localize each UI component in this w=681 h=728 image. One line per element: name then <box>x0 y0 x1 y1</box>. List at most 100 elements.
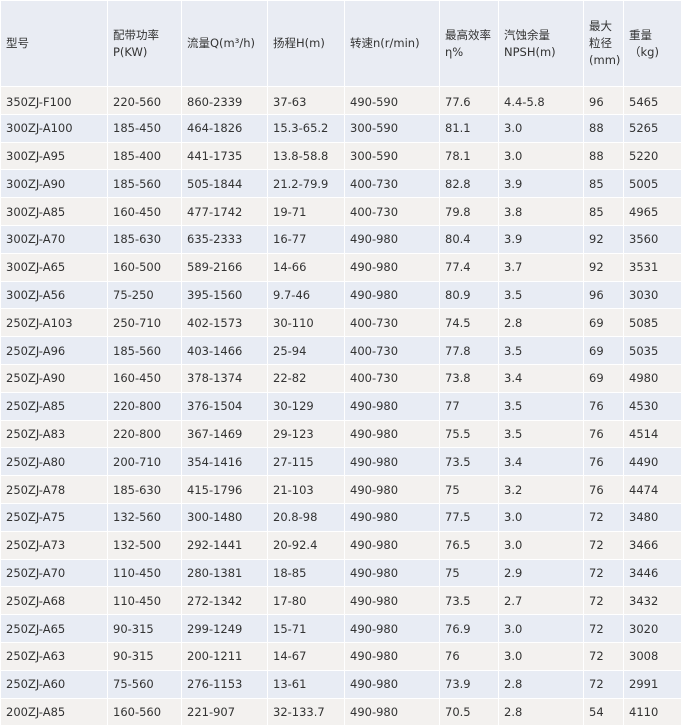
table-row: 250ZJ-A68 110-450 272-1342 17-80 490-980 73.5… <box>0 586 681 616</box>
cell-power: 110-450 <box>107 558 182 588</box>
cell-model: 250ZJ-A70 <box>0 558 108 588</box>
table-row: 250ZJ-A70 110-450 280-1381 18-85 490-980 75 2.… <box>0 558 681 588</box>
cell-head: 14-66 <box>267 252 345 282</box>
table-row: 250ZJ-A85 220-800 376-1504 30-129 490-980 77 3… <box>0 391 681 421</box>
cell-speed: 490-980 <box>344 502 440 532</box>
cell-weight: 4474 <box>623 475 681 504</box>
column-header-efficiency: 最高效率 η% <box>439 0 499 87</box>
cell-npsh: 3.0 <box>498 502 584 532</box>
cell-head: 29-123 <box>267 419 345 449</box>
cell-efficiency: 77.5 <box>439 502 499 532</box>
cell-weight: 5035 <box>623 336 681 365</box>
column-header-line: 汽蚀余量 <box>504 27 550 42</box>
cell-flow: 272-1342 <box>181 586 268 616</box>
cell-max-particle-size: 92 <box>583 252 624 282</box>
cell-max-particle-size: 76 <box>583 419 624 449</box>
cell-power: 75-250 <box>107 280 182 310</box>
cell-npsh: 3.4 <box>498 363 584 393</box>
cell-model: 300ZJ-A85 <box>0 197 108 226</box>
cell-speed: 400-730 <box>344 197 440 226</box>
cell-model: 250ZJ-A68 <box>0 586 108 616</box>
cell-power: 200-710 <box>107 447 182 477</box>
cell-power: 220-800 <box>107 419 182 449</box>
cell-max-particle-size: 69 <box>583 336 624 365</box>
cell-model: 250ZJ-A78 <box>0 475 108 504</box>
cell-flow: 276-1153 <box>181 669 268 699</box>
cell-head: 22-82 <box>267 363 345 393</box>
cell-flow: 395-1560 <box>181 280 268 310</box>
cell-efficiency: 73.5 <box>439 586 499 616</box>
cell-model: 300ZJ-A95 <box>0 141 108 171</box>
cell-power: 160-560 <box>107 697 182 727</box>
cell-model: 250ZJ-A96 <box>0 336 108 365</box>
cell-efficiency: 80.4 <box>439 224 499 254</box>
cell-power: 132-560 <box>107 502 182 532</box>
cell-npsh: 3.5 <box>498 336 584 365</box>
cell-head: 13-61 <box>267 669 345 699</box>
cell-weight: 3020 <box>623 614 681 643</box>
table-row: 300ZJ-A85 160-450 477-1742 19-71 400-730 79.8… <box>0 197 681 226</box>
column-header-line: 最大 <box>589 19 612 33</box>
cell-efficiency: 78.1 <box>439 141 499 171</box>
cell-power: 75-560 <box>107 669 182 699</box>
cell-power: 90-315 <box>107 641 182 671</box>
table-row: 350ZJ-F100 220-560 860-2339 37-63 490-590 77.… <box>0 86 681 115</box>
column-header-line: (mm) <box>589 53 621 67</box>
cell-speed: 490-980 <box>344 391 440 421</box>
cell-npsh: 2.8 <box>498 697 584 727</box>
cell-weight: 5005 <box>623 169 681 199</box>
cell-efficiency: 81.1 <box>439 113 499 143</box>
column-header-line: （kg) <box>629 44 659 59</box>
cell-head: 21.2-79.9 <box>267 169 345 199</box>
cell-weight: 3560 <box>623 224 681 254</box>
cell-efficiency: 75.5 <box>439 419 499 449</box>
cell-max-particle-size: 69 <box>583 363 624 393</box>
cell-efficiency: 80.9 <box>439 280 499 310</box>
column-header-line: NPSH(m) <box>504 44 556 59</box>
cell-npsh: 3.0 <box>498 141 584 171</box>
cell-model: 250ZJ-A85 <box>0 391 108 421</box>
cell-head: 17-80 <box>267 586 345 616</box>
cell-speed: 490-980 <box>344 558 440 588</box>
cell-head: 18-85 <box>267 558 345 588</box>
column-header-head: 扬程H(m) <box>267 0 345 87</box>
cell-speed: 490-590 <box>344 86 440 115</box>
cell-flow: 378-1374 <box>181 363 268 393</box>
table-row: 250ZJ-A90 160-450 378-1374 22-82 400-730 73.8… <box>0 363 681 393</box>
cell-efficiency: 76 <box>439 641 499 671</box>
cell-speed: 490-980 <box>344 697 440 727</box>
cell-max-particle-size: 85 <box>583 169 624 199</box>
cell-npsh: 3.2 <box>498 475 584 504</box>
cell-power: 160-450 <box>107 197 182 226</box>
cell-power: 132-500 <box>107 530 182 560</box>
cell-max-particle-size: 72 <box>583 530 624 560</box>
cell-flow: 477-1742 <box>181 197 268 226</box>
table-row: 200ZJ-A85 160-560 221-907 32-133.7 490-980 70… <box>0 697 681 727</box>
cell-model: 250ZJ-A73 <box>0 530 108 560</box>
cell-head: 20-92.4 <box>267 530 345 560</box>
cell-max-particle-size: 96 <box>583 86 624 115</box>
cell-weight: 5220 <box>623 141 681 171</box>
cell-efficiency: 77.8 <box>439 336 499 365</box>
cell-speed: 490-980 <box>344 447 440 477</box>
cell-npsh: 4.4-5.8 <box>498 86 584 115</box>
table-row: 300ZJ-A95 185-400 441-1735 13.8-58.8 300-590… <box>0 141 681 171</box>
cell-flow: 280-1381 <box>181 558 268 588</box>
column-header-flow: 流量Q(m³/h) <box>181 0 268 87</box>
cell-power: 185-630 <box>107 224 182 254</box>
column-header-line: 最高效率 <box>445 27 491 42</box>
cell-flow: 441-1735 <box>181 141 268 171</box>
cell-npsh: 3.4 <box>498 447 584 477</box>
cell-power: 220-560 <box>107 86 182 115</box>
cell-speed: 490-980 <box>344 475 440 504</box>
cell-max-particle-size: 72 <box>583 586 624 616</box>
table-row: 250ZJ-A73 132-500 292-1441 20-92.4 490-980 76… <box>0 530 681 560</box>
cell-power: 185-450 <box>107 113 182 143</box>
cell-max-particle-size: 72 <box>583 641 624 671</box>
cell-head: 32-133.7 <box>267 697 345 727</box>
cell-speed: 490-980 <box>344 669 440 699</box>
table-row: 300ZJ-A90 185-560 505-1844 21.2-79.9 400-730… <box>0 169 681 199</box>
cell-efficiency: 73.8 <box>439 363 499 393</box>
cell-max-particle-size: 72 <box>583 558 624 588</box>
cell-head: 14-67 <box>267 641 345 671</box>
